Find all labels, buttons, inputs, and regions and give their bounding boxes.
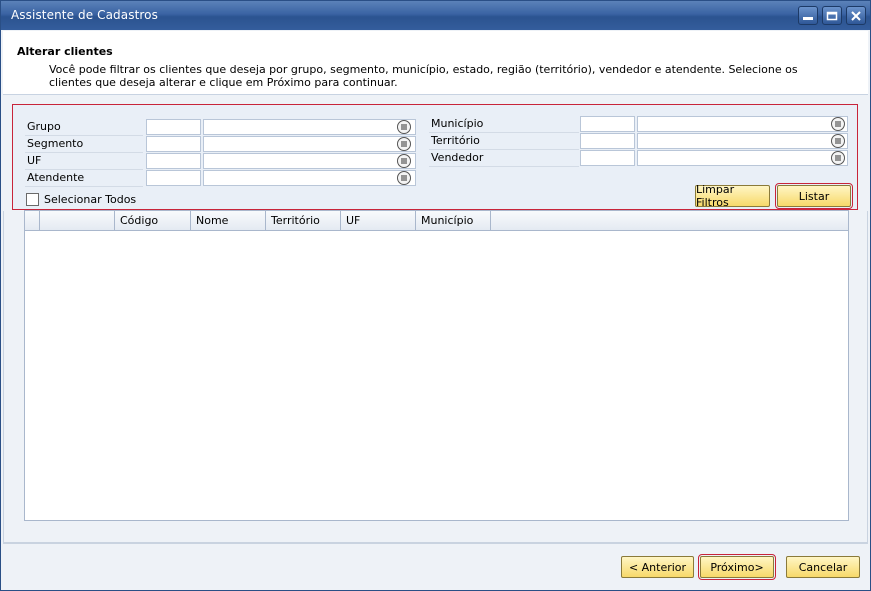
filter-row-segmento: Segmento <box>25 136 416 153</box>
step-description: Você pode filtrar os clientes que deseja… <box>49 63 798 89</box>
select-all-checkbox[interactable] <box>26 192 39 206</box>
filter-label: Território <box>429 134 579 150</box>
filter-label: Grupo <box>25 120 143 136</box>
grid-col-municipio[interactable]: Município <box>416 211 491 231</box>
grupo-code-input[interactable] <box>146 119 201 135</box>
filter-row-atendente: Atendente <box>25 170 416 187</box>
filter-row-municipio: Município <box>429 116 849 133</box>
wizard-header: Alterar clientes Você pode filtrar os cl… <box>3 31 868 95</box>
minimize-icon <box>803 16 813 20</box>
filter-row-grupo: Grupo <box>25 119 416 136</box>
territorio-code-input[interactable] <box>580 133 635 149</box>
grupo-name-input[interactable] <box>203 119 416 135</box>
window-title: Assistente de Cadastros <box>11 8 158 22</box>
vendedor-code-input[interactable] <box>580 150 635 166</box>
grid-col-select[interactable] <box>40 211 115 231</box>
grid-col-row-header <box>25 211 40 231</box>
cancel-button[interactable]: Cancelar <box>786 556 860 578</box>
wizard-window: Assistente de Cadastros Alterar clientes… <box>0 0 871 591</box>
filter-row-vendedor: Vendedor <box>429 150 849 167</box>
territorio-picker-button[interactable] <box>831 134 845 148</box>
list-picker-icon <box>401 158 407 164</box>
clients-grid[interactable]: Código Nome Território UF Município <box>24 210 849 521</box>
filter-label: Segmento <box>25 137 143 153</box>
uf-name-input[interactable] <box>203 153 416 169</box>
list-picker-icon <box>401 175 407 181</box>
list-picker-icon <box>835 155 841 161</box>
list-picker-icon <box>401 124 407 130</box>
filter-label: Atendente <box>25 171 143 187</box>
uf-picker-button[interactable] <box>397 154 411 168</box>
uf-code-input[interactable] <box>146 153 201 169</box>
grid-header: Código Nome Território UF Município <box>25 211 848 231</box>
segmento-picker-button[interactable] <box>397 137 411 151</box>
municipio-picker-button[interactable] <box>831 117 845 131</box>
vendedor-name-input[interactable] <box>637 150 848 166</box>
filter-panel: Grupo Segmento UF Atendente Município Te… <box>12 104 858 210</box>
filter-row-territorio: Território <box>429 133 849 150</box>
step-title: Alterar clientes <box>17 45 113 58</box>
grid-col-nome[interactable]: Nome <box>191 211 266 231</box>
select-all-label: Selecionar Todos <box>44 192 137 206</box>
grid-col-territorio[interactable]: Território <box>266 211 341 231</box>
filter-label: Vendedor <box>429 151 579 167</box>
grupo-picker-button[interactable] <box>397 120 411 134</box>
filter-label: Município <box>429 117 579 133</box>
segmento-name-input[interactable] <box>203 136 416 152</box>
filter-label: UF <box>25 154 143 170</box>
list-picker-icon <box>835 121 841 127</box>
list-picker-icon <box>401 141 407 147</box>
municipio-name-input[interactable] <box>637 116 848 132</box>
segmento-code-input[interactable] <box>146 136 201 152</box>
municipio-code-input[interactable] <box>580 116 635 132</box>
list-button[interactable]: Listar <box>775 183 853 209</box>
close-button[interactable] <box>846 6 866 25</box>
atendente-name-input[interactable] <box>203 170 416 186</box>
select-all-control[interactable]: Selecionar Todos <box>26 191 136 207</box>
territorio-name-input[interactable] <box>637 133 848 149</box>
filter-row-uf: UF <box>25 153 416 170</box>
maximize-icon <box>826 11 838 20</box>
atendente-picker-button[interactable] <box>397 171 411 185</box>
list-picker-icon <box>835 138 841 144</box>
grid-col-codigo[interactable]: Código <box>115 211 191 231</box>
next-button[interactable]: Próximo> <box>698 554 776 580</box>
title-bar[interactable]: Assistente de Cadastros <box>1 1 870 30</box>
maximize-button[interactable] <box>822 6 842 25</box>
grid-col-uf[interactable]: UF <box>341 211 416 231</box>
close-icon <box>851 10 861 21</box>
clear-filters-button[interactable]: Limpar Filtros <box>695 183 770 209</box>
footer-separator <box>3 543 868 544</box>
atendente-code-input[interactable] <box>146 170 201 186</box>
vendedor-picker-button[interactable] <box>831 151 845 165</box>
minimize-button[interactable] <box>798 6 818 25</box>
previous-button[interactable]: < Anterior <box>621 556 694 578</box>
